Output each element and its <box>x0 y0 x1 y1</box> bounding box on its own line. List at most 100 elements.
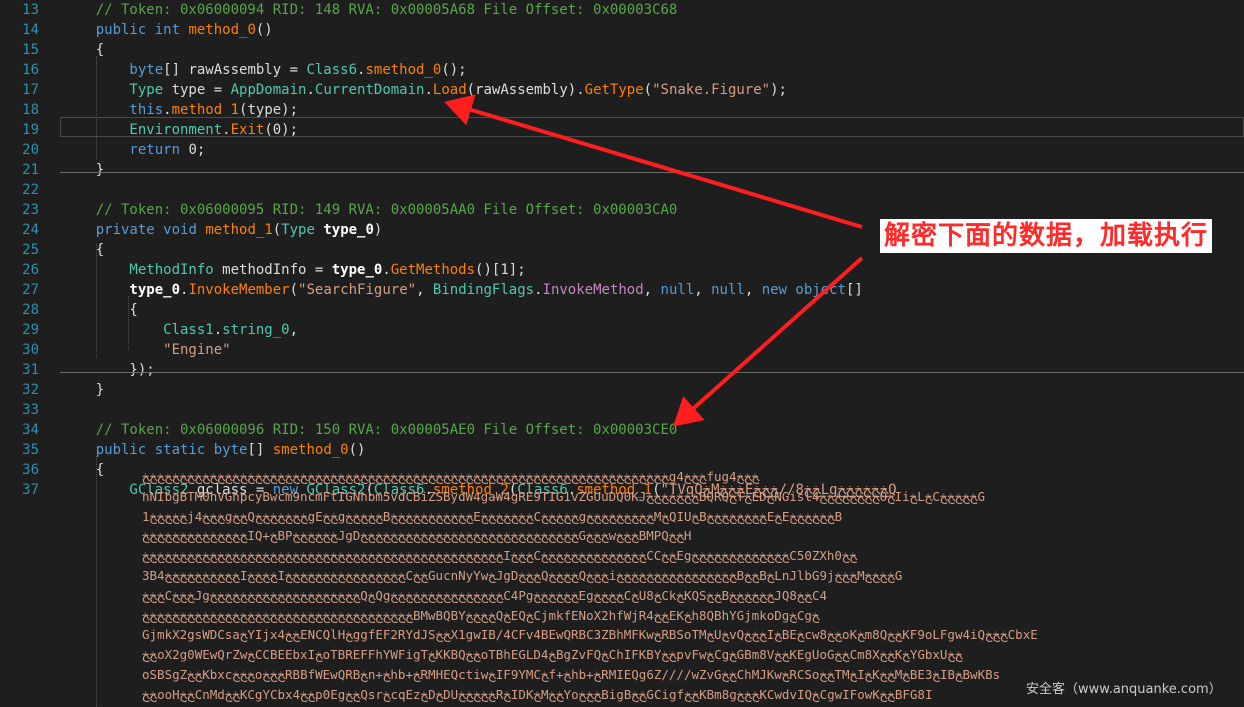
code-line[interactable]: 30 "Engine" <box>0 340 1244 360</box>
code-token: () <box>348 442 366 458</box>
code-token: public <box>62 22 155 38</box>
line-number: 32 <box>22 382 39 398</box>
code-text: { <box>62 300 1244 320</box>
code-token: return <box>62 142 189 158</box>
code-token: ()[1]; <box>475 262 526 278</box>
encoded-data-line: 1ﺦﺦﺦﺦﺦj4ﺦﺦﺦgﺦﺦQﺦﺦﺦﺦﺦﺦﺦgEﺦﺦgﺦﺦﺦﺦﺦBﺦﺦﺦﺦﺦﺦﺦ… <box>142 508 843 524</box>
encoded-data-line: GjmkX2gsWDCsaﺦYIjx4ﺦﺦENCQlHﺦggfEF2RYdJSﺦ… <box>142 627 1038 643</box>
code-token: int <box>154 22 189 38</box>
code-token: { <box>62 302 138 318</box>
code-token: { <box>62 242 105 258</box>
line-number: 21 <box>22 162 39 178</box>
code-text: public static byte[] smethod_0() <box>62 440 1244 460</box>
code-token: GetType <box>584 82 644 98</box>
code-token: smethod_0 <box>272 442 349 458</box>
line-number: 23 <box>22 202 39 218</box>
code-text: "Engine" <box>62 340 1244 360</box>
code-text: Type type = AppDomain.CurrentDomain.Load… <box>62 80 1244 100</box>
line-number: 33 <box>22 402 39 418</box>
line-number: 14 <box>22 22 39 38</box>
line-number: 25 <box>22 242 39 258</box>
code-line[interactable]: 21 } <box>0 160 1244 180</box>
code-token: (rawAssembly). <box>466 82 585 98</box>
line-number: 26 <box>22 262 39 278</box>
code-line[interactable]: 29 Class1.string_0, <box>0 320 1244 340</box>
line-number: 13 <box>22 2 39 18</box>
code-token: . <box>424 82 433 98</box>
code-line[interactable]: 32 } <box>0 380 1244 400</box>
code-token: type_0 <box>323 222 374 238</box>
method-separator <box>60 372 1244 373</box>
encoded-data-line: 3B4ﺦﺦﺦﺦﺦﺦﺦﺦﺦﺦIﺦﺦﺦﺦIﺦﺦﺦﺦﺦﺦﺦﺦﺦﺦﺦﺦﺦﺦﺦﺦCﺦﺦGu… <box>142 568 903 583</box>
line-number: 31 <box>22 362 39 378</box>
line-number: 17 <box>22 82 39 98</box>
code-line[interactable]: 26 MethodInfo methodInfo = type_0.GetMet… <box>0 260 1244 280</box>
code-line[interactable]: 20 return 0; <box>0 140 1244 160</box>
code-line[interactable]: 27 type_0. InvokeMember("SearchFigure", B… <box>0 280 1244 300</box>
code-line[interactable]: 17 Type type = AppDomain.CurrentDomain.L… <box>0 80 1244 100</box>
line-number: 22 <box>22 182 39 198</box>
indent-guide <box>128 296 129 350</box>
code-line[interactable]: 33 <box>0 400 1244 420</box>
code-line[interactable]: 15 { <box>0 40 1244 60</box>
code-text: // Token: 0x06000095 RID: 149 RVA: 0x000… <box>62 200 1244 220</box>
code-line[interactable]: 23 // Token: 0x06000095 RID: 149 RVA: 0x… <box>0 200 1244 220</box>
code-token: (); <box>441 62 467 78</box>
watermark: 安全客（www.anquanke.com） <box>1026 682 1222 697</box>
indent-guide <box>96 244 97 358</box>
line-number: 27 <box>22 282 39 298</box>
code-token: , <box>289 322 299 338</box>
code-token: methodInfo = <box>222 262 332 278</box>
code-text: }); <box>62 360 1244 380</box>
code-token: null <box>711 282 745 298</box>
code-token: private <box>62 222 164 238</box>
code-text: } <box>62 160 1244 180</box>
line-number: 30 <box>22 342 39 358</box>
code-line[interactable]: 31 }); <box>0 360 1244 380</box>
line-number: 16 <box>22 62 39 78</box>
code-token: Load <box>432 82 467 98</box>
code-token: GetMethods <box>390 262 476 278</box>
code-token: "SearchFigure" <box>298 282 417 298</box>
encoded-data-line: ﺦﺦoX2g0WEwQrZwﺦCCBEEbxIﺦoTBREFFhYWFigTﺦK… <box>142 647 963 663</box>
code-token: new <box>761 282 796 298</box>
code-token: byte <box>213 442 248 458</box>
method-separator <box>60 172 1244 173</box>
encoded-data-line: ﺦﺦﺦﺦﺦﺦﺦﺦﺦﺦﺦﺦﺦﺦﺦﺦﺦﺦﺦﺦﺦﺦﺦﺦﺦﺦﺦﺦﺦﺦﺦﺦﺦﺦﺦﺦﺦﺦﺦﺦ… <box>142 548 858 564</box>
code-line[interactable]: 28 { <box>0 300 1244 320</box>
code-token: static <box>154 442 214 458</box>
code-token: "Snake.Figure" <box>652 82 771 98</box>
code-line[interactable]: 16 byte[] rawAssembly = Class6.smethod_0… <box>0 60 1244 80</box>
code-token: [] <box>845 282 863 298</box>
code-token: method_1 <box>205 222 273 238</box>
code-token: (type); <box>239 102 299 118</box>
code-editor[interactable]: 13 // Token: 0x06000094 RID: 148 RVA: 0x… <box>0 0 1244 707</box>
code-line[interactable]: 35 public static byte[] smethod_0() <box>0 440 1244 460</box>
code-line[interactable]: 13 // Token: 0x06000094 RID: 148 RVA: 0x… <box>0 0 1244 20</box>
line-number: 29 <box>22 322 39 338</box>
code-text: return 0; <box>62 140 1244 160</box>
code-token: string_0 <box>222 322 290 338</box>
code-token: ( <box>643 82 653 98</box>
code-token: type_0 <box>62 282 181 298</box>
code-token: BindingFlags <box>432 282 535 298</box>
code-token: { <box>62 42 105 58</box>
encoded-data-line: ﺦﺦﺦﺦﺦﺦﺦﺦﺦﺦﺦﺦﺦﺦﺦﺦﺦﺦﺦﺦﺦﺦﺦﺦﺦﺦﺦﺦﺦﺦﺦﺦﺦﺦﺦﺦBMwB… <box>142 607 820 623</box>
code-token: // Token: 0x06000094 RID: 148 RVA: 0x000… <box>62 2 678 18</box>
code-token: , <box>744 282 762 298</box>
code-text: // Token: 0x06000094 RID: 148 RVA: 0x000… <box>62 0 1244 20</box>
code-token: type_0 <box>331 262 383 278</box>
code-line[interactable]: 14 public int method_0() <box>0 20 1244 40</box>
code-token: public <box>62 442 155 458</box>
code-token: InvokeMethod <box>542 282 644 298</box>
code-line[interactable]: 22 <box>0 180 1244 200</box>
code-line[interactable]: 34 // Token: 0x06000096 RID: 150 RVA: 0x… <box>0 420 1244 440</box>
code-token: Class1 <box>62 322 214 338</box>
code-text: byte[] rawAssembly = Class6.smethod_0(); <box>62 60 1244 80</box>
code-token: this <box>62 102 164 118</box>
code-text: } <box>62 380 1244 400</box>
code-token: . <box>163 102 172 118</box>
encoded-data-line: ﺦﺦﺦﺦﺦﺦﺦﺦﺦﺦﺦﺦﺦﺦﺦﺦﺦﺦﺦﺦﺦﺦﺦﺦﺦﺦﺦﺦﺦﺦﺦﺦﺦﺦﺦﺦﺦﺦﺦﺦ… <box>142 469 760 484</box>
code-token: ) <box>373 222 383 238</box>
code-token: } <box>62 162 105 178</box>
